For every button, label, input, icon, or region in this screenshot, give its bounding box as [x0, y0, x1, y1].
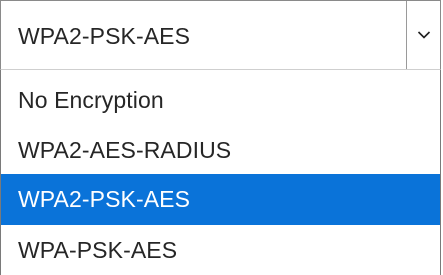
- option-wpa2-aes-radius[interactable]: WPA2-AES-RADIUS: [1, 125, 440, 175]
- option-wpa2-psk-aes[interactable]: WPA2-PSK-AES: [1, 174, 440, 225]
- dropdown-options-list: No Encryption WPA2-AES-RADIUS WPA2-PSK-A…: [0, 70, 441, 275]
- option-wpa-psk-aes[interactable]: WPA-PSK-AES: [1, 225, 440, 275]
- select-current-value: WPA2-PSK-AES: [18, 23, 191, 49]
- chevron-down-icon: [417, 31, 430, 39]
- option-no-encryption[interactable]: No Encryption: [1, 75, 440, 125]
- dropdown-toggle[interactable]: [406, 1, 440, 69]
- encryption-select[interactable]: WPA2-PSK-AES: [0, 0, 441, 70]
